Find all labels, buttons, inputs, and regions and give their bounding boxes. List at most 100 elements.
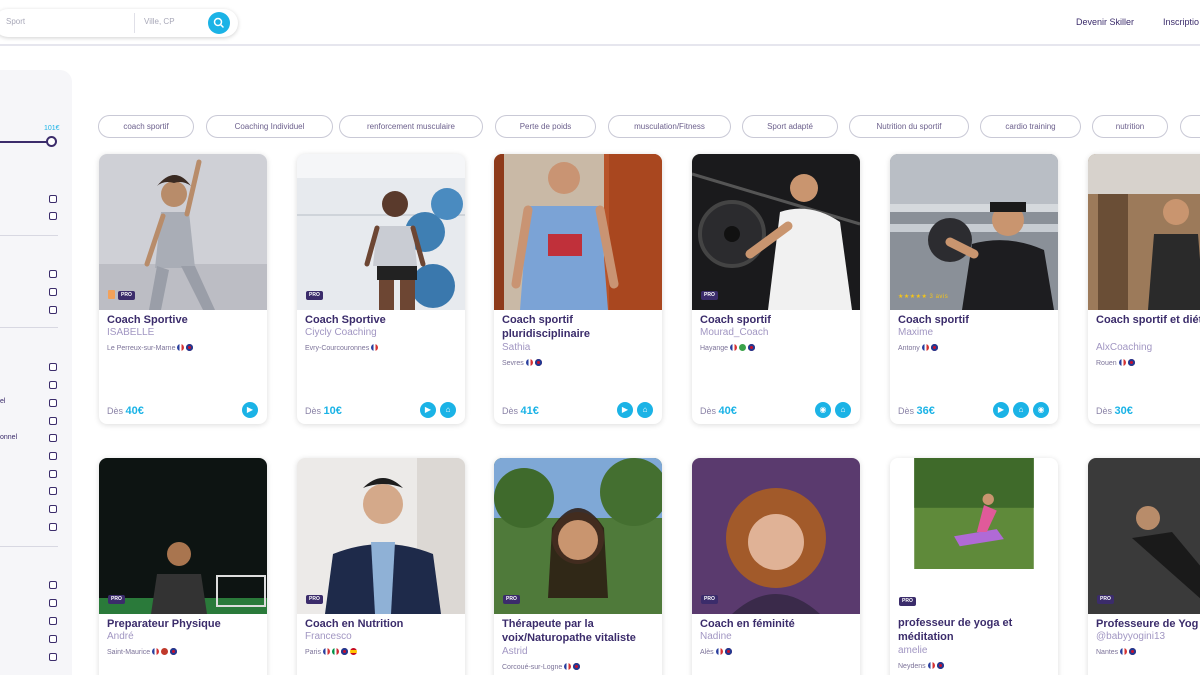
location-service-icon[interactable]: ◉ bbox=[815, 402, 831, 418]
price-amount: 10€ bbox=[323, 405, 342, 417]
filter-checkbox[interactable] bbox=[49, 487, 57, 495]
filter-checkbox[interactable] bbox=[49, 452, 57, 460]
card-title: Preparateur Physique bbox=[107, 618, 221, 630]
card-location: Hayange bbox=[700, 344, 756, 352]
coach-card[interactable]: PRO Coach Sportive ISABELLE Le Perreux-s… bbox=[99, 154, 267, 424]
filter-checkbox[interactable] bbox=[49, 653, 57, 661]
flag-uk-icon bbox=[340, 648, 348, 655]
filter-checkbox[interactable] bbox=[49, 381, 57, 389]
card-location: Saint-Maurice bbox=[107, 648, 178, 656]
become-skiller-link[interactable]: Devenir Skiller bbox=[1076, 17, 1134, 27]
coach-photo bbox=[692, 458, 860, 614]
flag-fr-icon bbox=[1118, 359, 1126, 366]
coach-card[interactable]: PRO Coach en féminité Nadine Alès bbox=[692, 458, 860, 675]
location-text: Evry-Courcouronnes bbox=[305, 345, 370, 352]
flag-uk-icon bbox=[930, 344, 938, 351]
video-service-icon[interactable]: ▶ bbox=[420, 402, 436, 418]
coach-photo bbox=[99, 458, 267, 614]
tag-chip[interactable]: musculation/Fitness bbox=[608, 115, 731, 138]
coach-card[interactable]: PRO professeur de yoga et méditation ame… bbox=[890, 458, 1058, 675]
video-service-icon[interactable]: ▶ bbox=[617, 402, 633, 418]
filter-checkbox[interactable] bbox=[49, 306, 57, 314]
filter-checkbox[interactable] bbox=[49, 212, 57, 220]
location-text: Nantes bbox=[1096, 649, 1119, 656]
flag-it-icon bbox=[331, 648, 339, 655]
coach-card[interactable]: ★★★★★ 3 avis Coach sportif Maxime Antony… bbox=[890, 154, 1058, 424]
location-service-icon[interactable]: ◉ bbox=[1033, 402, 1049, 418]
filter-checkbox[interactable] bbox=[49, 417, 57, 425]
home-service-icon[interactable]: ⌂ bbox=[1013, 402, 1029, 418]
flag-uk-icon bbox=[1127, 359, 1135, 366]
search-button[interactable] bbox=[208, 12, 230, 34]
coach-name: Astrid bbox=[502, 646, 528, 657]
search-bar: Sport Ville, CP bbox=[0, 9, 238, 37]
card-location: Le Perreux-sur-Marne bbox=[107, 344, 194, 352]
filter-checkbox[interactable] bbox=[49, 581, 57, 589]
flag-fr-icon bbox=[564, 663, 572, 670]
coach-card[interactable]: PRO Thérapeute par la voix/Naturopathe v… bbox=[494, 458, 662, 675]
coach-name: amelie bbox=[898, 645, 928, 656]
filter-checkbox[interactable] bbox=[49, 363, 57, 371]
price-slider-handle[interactable] bbox=[46, 136, 57, 147]
pro-badge: PRO bbox=[701, 595, 718, 604]
flag-fr-icon bbox=[152, 648, 160, 655]
flag-uk-icon bbox=[573, 663, 581, 670]
price-amount: 41€ bbox=[520, 405, 539, 417]
coach-name: Nadine bbox=[700, 631, 732, 642]
coach-photo bbox=[99, 154, 267, 310]
coach-card[interactable]: PRO Coach Sportive Ciycly Coaching Evry-… bbox=[297, 154, 465, 424]
coach-photo bbox=[494, 458, 662, 614]
signup-link[interactable]: Inscriptio bbox=[1163, 17, 1199, 27]
filter-checkbox[interactable] bbox=[49, 195, 57, 203]
tag-chip[interactable]: coach sportif bbox=[98, 115, 194, 138]
filter-checkbox[interactable] bbox=[49, 470, 57, 478]
card-location: Evry-Courcouronnes bbox=[305, 344, 379, 352]
filter-checkbox[interactable] bbox=[49, 399, 57, 407]
coach-card[interactable]: PRO Coach en Nutrition Francesco Paris bbox=[297, 458, 465, 675]
pro-badge: PRO bbox=[306, 291, 323, 300]
pro-badge: PRO bbox=[503, 595, 520, 604]
coach-photo bbox=[692, 154, 860, 310]
coach-card[interactable]: Coach sportif pluridisciplinaire Sathia … bbox=[494, 154, 662, 424]
tag-chip[interactable]: Sport adapté bbox=[742, 115, 838, 138]
tag-chip[interactable]: nutrition bbox=[1092, 115, 1168, 138]
tag-chip[interactable]: renforcement musculaire bbox=[339, 115, 483, 138]
home-service-icon[interactable]: ⌂ bbox=[440, 402, 456, 418]
filter-checkbox[interactable] bbox=[49, 523, 57, 531]
card-location: Paris bbox=[305, 648, 357, 656]
filter-checkbox[interactable] bbox=[49, 270, 57, 278]
card-price: Dès 30€ bbox=[1096, 405, 1133, 417]
filter-checkbox[interactable] bbox=[49, 599, 57, 607]
home-service-icon[interactable]: ⌂ bbox=[637, 402, 653, 418]
filter-checkbox[interactable] bbox=[49, 505, 57, 513]
filter-checkbox[interactable] bbox=[49, 434, 57, 442]
card-title: Coach en Nutrition bbox=[305, 618, 404, 630]
location-text: Le Perreux-sur-Marne bbox=[107, 345, 176, 352]
coach-card[interactable]: PRO Coach sportif Mourad_Coach Hayange D… bbox=[692, 154, 860, 424]
top-bar: Sport Ville, CP Devenir Skiller Inscript… bbox=[0, 0, 1200, 46]
tag-chip[interactable]: Nutrition du sportif bbox=[849, 115, 969, 138]
filter-checkbox[interactable] bbox=[49, 617, 57, 625]
coach-card[interactable]: PRO Preparateur Physique André Saint-Mau… bbox=[99, 458, 267, 675]
coach-card[interactable]: Coach sportif et diét en ligne AlxCoachi… bbox=[1088, 154, 1200, 424]
video-service-icon[interactable]: ▶ bbox=[993, 402, 1009, 418]
city-search-input[interactable]: Ville, CP bbox=[144, 17, 175, 26]
tag-chip[interactable]: cardio training bbox=[980, 115, 1081, 138]
tag-chip[interactable] bbox=[1180, 115, 1200, 138]
price-prefix: Dès bbox=[502, 406, 519, 416]
filter-checkbox[interactable] bbox=[49, 635, 57, 643]
tag-chip[interactable]: Perte de poids bbox=[495, 115, 596, 138]
tag-chip[interactable]: Coaching Individuel bbox=[206, 115, 333, 138]
coach-photo bbox=[297, 154, 465, 310]
coach-name: @babyyogini13 bbox=[1096, 631, 1166, 642]
coach-card[interactable]: PRO Professeure de Yog @babyyogini13 Nan… bbox=[1088, 458, 1200, 675]
location-text: Hayange bbox=[700, 345, 729, 352]
card-title: Coach sportif pluridisciplinaire bbox=[502, 314, 591, 340]
video-service-icon[interactable]: ▶ bbox=[242, 402, 258, 418]
home-service-icon[interactable]: ⌂ bbox=[835, 402, 851, 418]
card-title: Coach sportif et diét en ligne bbox=[1096, 314, 1200, 326]
sport-search-input[interactable]: Sport bbox=[6, 17, 25, 26]
pro-badge: PRO bbox=[108, 595, 125, 604]
filter-checkbox[interactable] bbox=[49, 288, 57, 296]
card-location: Rouen bbox=[1096, 359, 1135, 367]
